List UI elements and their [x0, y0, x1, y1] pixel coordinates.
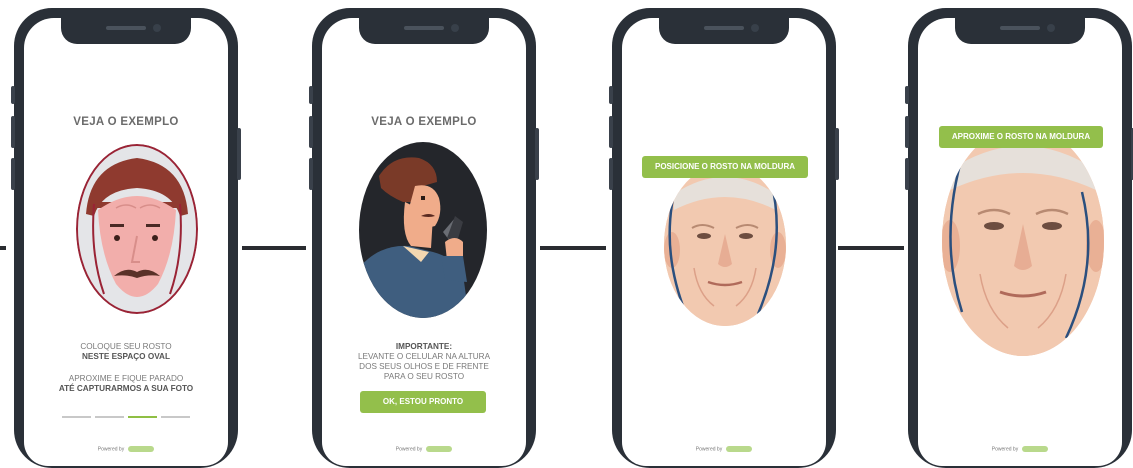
- powered-by-label: Powered by: [991, 446, 1019, 452]
- phone-notch: [61, 18, 191, 44]
- step-connector: [0, 246, 6, 250]
- brand-logo-icon: [1022, 445, 1049, 452]
- powered-by: Powered by: [622, 445, 826, 452]
- progress-step: [62, 416, 91, 418]
- step-progress: [62, 416, 190, 418]
- phone-screen-3: POSICIONE O ROSTO NA MOLDURA Powered by: [622, 18, 826, 466]
- screen-title: VEJA O EXEMPLO: [73, 116, 179, 128]
- powered-by-label: Powered by: [395, 446, 423, 452]
- position-face-banner: POSICIONE O ROSTO NA MOLDURA: [642, 156, 808, 178]
- approach-face-banner: APROXIME O ROSTO NA MOLDURA: [939, 126, 1103, 148]
- important-label: IMPORTANTE:: [395, 342, 453, 351]
- step-connector: [242, 246, 306, 250]
- phone-notch: [659, 18, 789, 44]
- phone-screen-2: VEJA O EXEMPLO IMPORTANTE: LEVANTE O CEL…: [322, 18, 526, 466]
- instruction-line-1: LEVANTE O CELULAR NA ALTURA: [357, 352, 491, 361]
- powered-by: Powered by: [24, 445, 228, 452]
- step-connector: [540, 246, 606, 250]
- phone-mockup-1: VEJA O EXEMPLO COLOQUE SEU ROSTO NESTE E: [11, 8, 241, 468]
- brand-logo-icon: [426, 445, 453, 452]
- ok-ready-button[interactable]: OK, ESTOU PRONTO: [360, 391, 486, 413]
- powered-by: Powered by: [322, 445, 526, 452]
- powered-by-label: Powered by: [97, 446, 125, 452]
- step-connector: [838, 246, 904, 250]
- face-capture-oval: [942, 126, 1104, 356]
- caption-line-1: COLOQUE SEU ROSTO: [80, 342, 172, 351]
- screen-title: VEJA O EXEMPLO: [371, 116, 477, 128]
- progress-step: [161, 416, 190, 418]
- brand-logo-icon: [726, 445, 753, 452]
- powered-by: Powered by: [918, 445, 1122, 452]
- face-capture-oval: [664, 164, 786, 326]
- progress-step: [95, 416, 124, 418]
- man-with-phone-illustration-icon: [359, 157, 469, 318]
- phone-screen-4: APROXIME O ROSTO NA MOLDURA Powered by: [918, 18, 1122, 466]
- example-oval: [359, 142, 487, 318]
- illustrated-face-icon: [76, 144, 198, 314]
- face-oval-frame: [76, 144, 198, 314]
- important-instructions: IMPORTANTE: LEVANTE O CELULAR NA ALTURA …: [322, 342, 526, 382]
- phone-mockup-3: POSICIONE O ROSTO NA MOLDURA Powered by: [609, 8, 839, 468]
- phone-notch: [955, 18, 1085, 44]
- instruction-line-2: DOS SEUS OLHOS E DE FRENTE: [359, 362, 489, 371]
- progress-step-active: [128, 416, 157, 418]
- instruction-text: COLOQUE SEU ROSTO NESTE ESPAÇO OVAL: [24, 342, 228, 362]
- powered-by-label: Powered by: [695, 446, 723, 452]
- phone-mockup-4: APROXIME O ROSTO NA MOLDURA Powered by: [905, 8, 1133, 468]
- phone-screen-1: VEJA O EXEMPLO COLOQUE SEU ROSTO NESTE E: [24, 18, 228, 466]
- phone-mockup-2: VEJA O EXEMPLO IMPORTANTE: LEVANTE O CEL…: [309, 8, 539, 468]
- caption-line-2: NESTE ESPAÇO OVAL: [82, 352, 170, 361]
- phone-notch: [359, 18, 489, 44]
- brand-logo-icon: [128, 445, 155, 452]
- instruction-line-3: PARA O SEU ROSTO: [383, 372, 465, 381]
- caption-line-4: ATÉ CAPTURARMOS A SUA FOTO: [58, 384, 194, 393]
- caption-line-3: APROXIME E FIQUE PARADO: [68, 374, 184, 383]
- instruction-text-2: APROXIME E FIQUE PARADO ATÉ CAPTURARMOS …: [24, 374, 228, 394]
- face-frame-outline: [949, 149, 1090, 339]
- face-frame-outline: [668, 175, 778, 315]
